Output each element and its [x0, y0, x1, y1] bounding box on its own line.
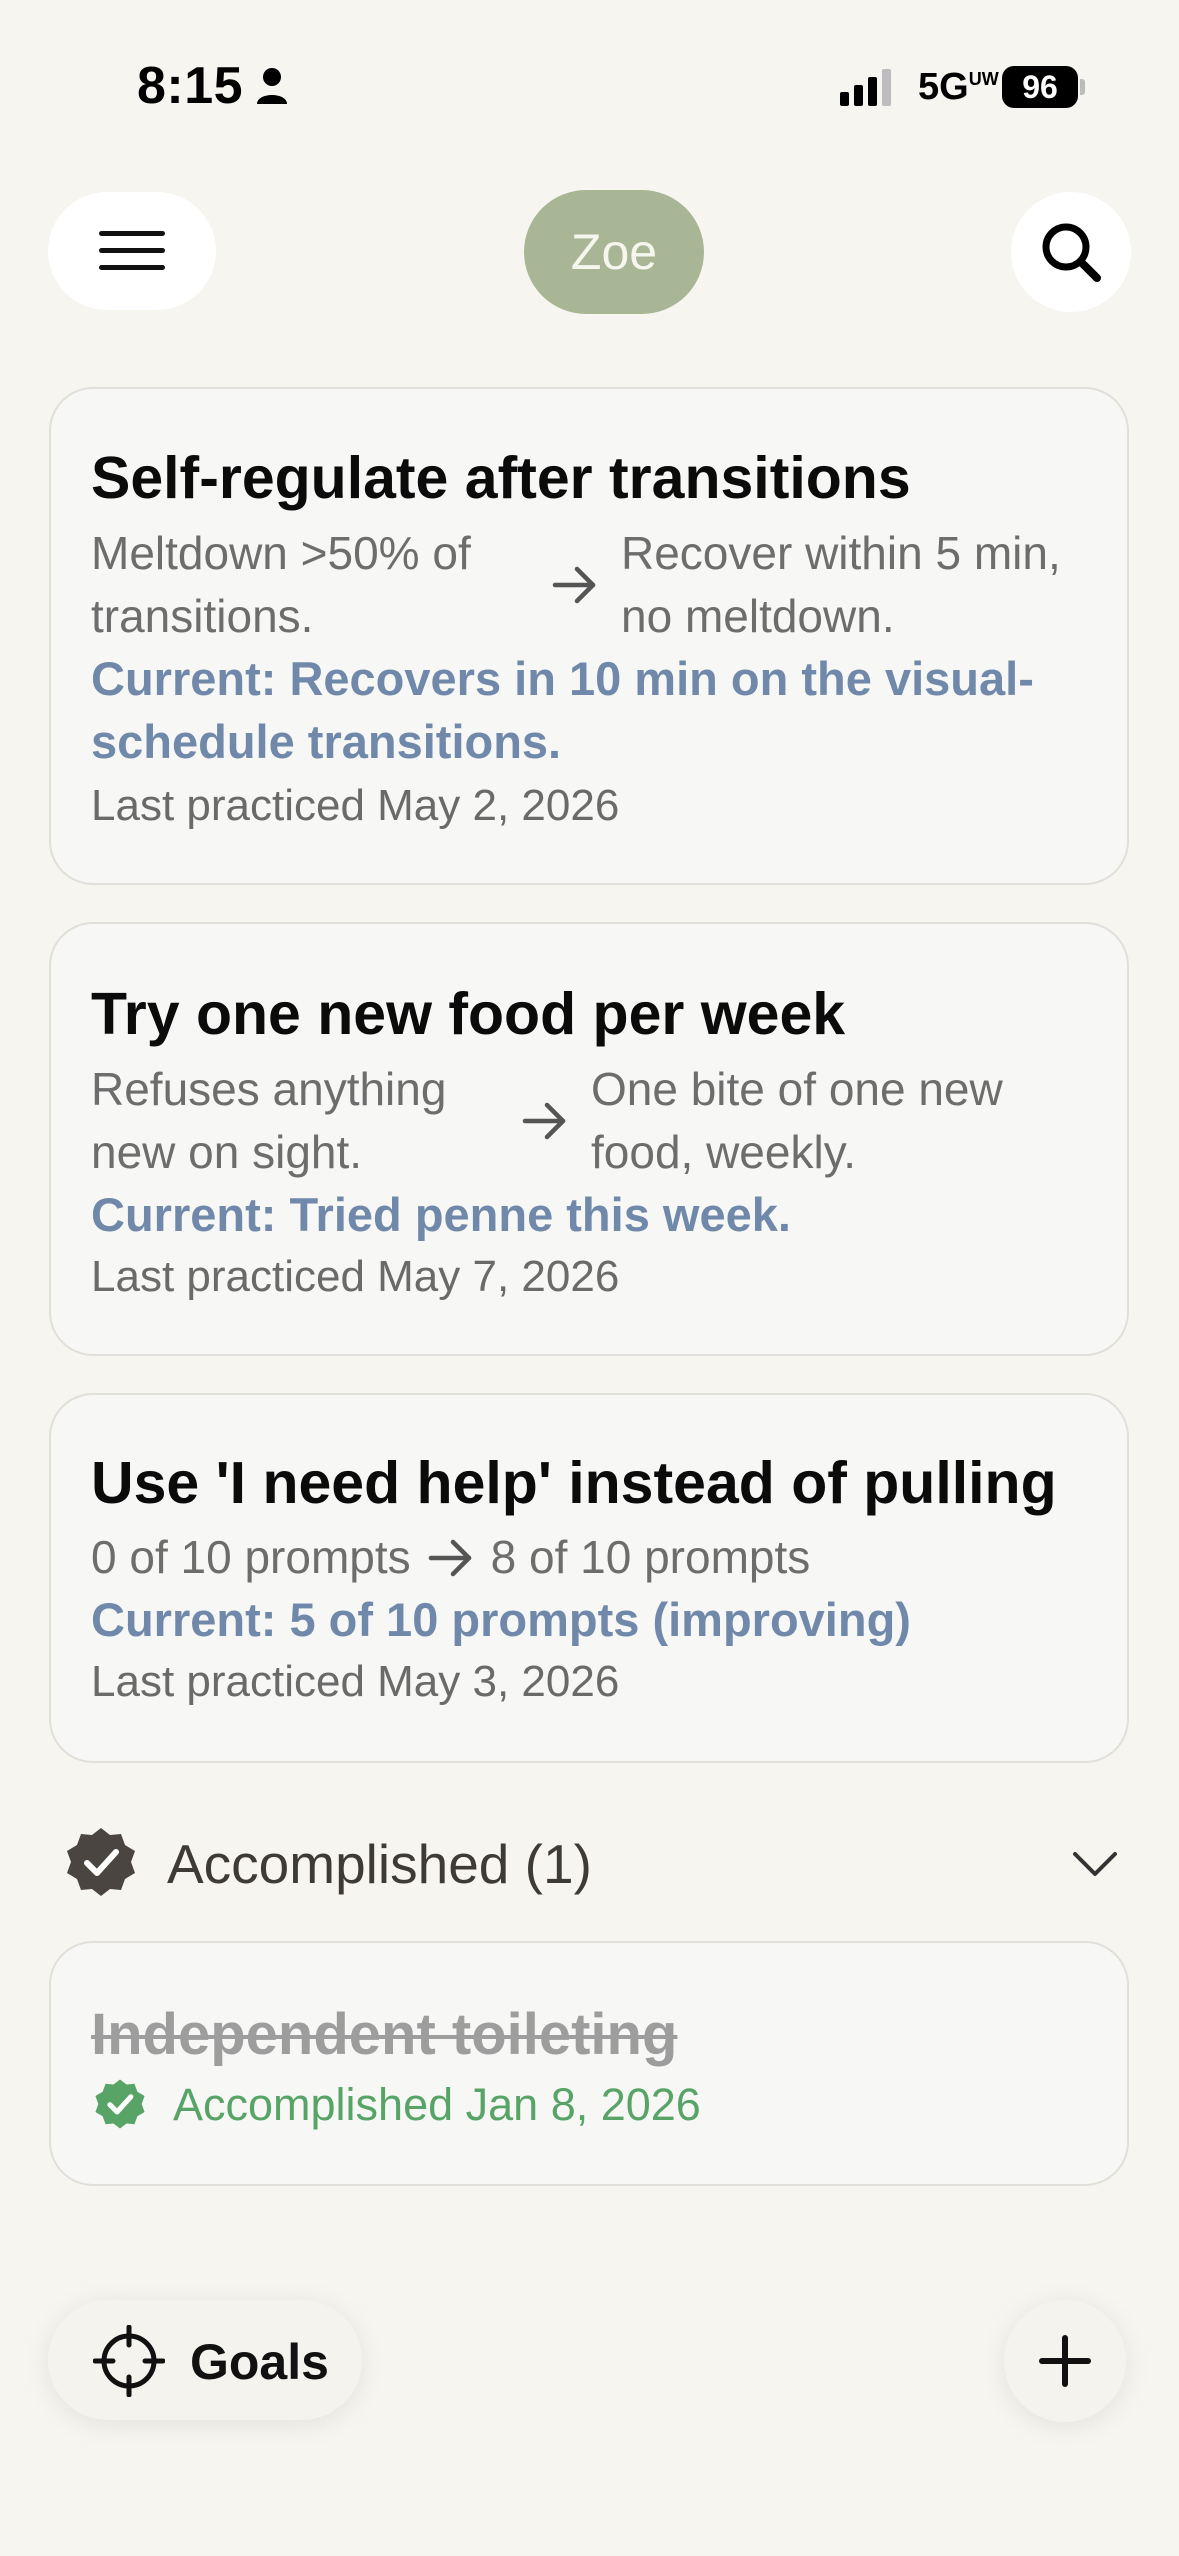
goal-last-practiced: Last practiced May 3, 2026	[91, 1657, 620, 1706]
goal-progress-row: Meltdown >50% of transitions. Recover wi…	[91, 522, 1091, 648]
verified-badge-icon	[67, 1828, 135, 1896]
accomplished-goal-title: Independent toileting	[91, 2002, 678, 2067]
battery-indicator: 96	[1002, 66, 1078, 108]
plus-icon	[1039, 2335, 1091, 2387]
status-bar: 8:15 5GUW 96	[0, 0, 1179, 175]
arrow-right-icon	[428, 1539, 471, 1576]
verified-badge-icon	[95, 2079, 145, 2129]
menu-button[interactable]	[48, 192, 216, 310]
goal-target: Recover within 5 min, no meltdown.	[621, 527, 1061, 642]
target-icon	[93, 2325, 165, 2397]
chevron-down-icon	[1073, 1852, 1117, 1876]
search-icon	[1042, 223, 1101, 282]
goal-last-practiced: Last practiced May 7, 2026	[91, 1252, 620, 1301]
profile-switcher[interactable]: Zoe	[524, 190, 704, 314]
arrow-right-icon	[552, 566, 596, 604]
goal-current-status: Current: Tried penne this week.	[91, 1188, 791, 1241]
goal-current-status: Current: Recovers in 10 min on the visua…	[91, 652, 1034, 768]
goals-tab[interactable]: Goals	[48, 2300, 362, 2420]
accomplished-date: Accomplished Jan 8, 2026	[173, 2079, 701, 2130]
add-goal-button[interactable]	[1004, 2300, 1126, 2422]
signal-icon	[840, 69, 891, 106]
goal-card[interactable]: Self-regulate after transitions Meltdown…	[49, 387, 1129, 885]
goal-baseline: Refuses anything new on sight.	[91, 1063, 447, 1178]
goal-progress-row: 0 of 10 prompts 8 of 10 prompts	[91, 1526, 810, 1589]
network-indicator: 5GUW	[918, 66, 999, 108]
goal-title: Self-regulate after transitions	[91, 445, 911, 511]
goal-baseline: Meltdown >50% of transitions.	[91, 527, 471, 642]
goal-current-status: Current: 5 of 10 prompts (improving)	[91, 1593, 911, 1646]
goal-progress-row: Refuses anything new on sight. One bite …	[91, 1058, 1071, 1184]
goal-target: 8 of 10 prompts	[490, 1531, 811, 1583]
arrow-right-icon	[522, 1102, 566, 1140]
goals-tab-label: Goals	[190, 2334, 329, 2390]
accomplished-section-title: Accomplished (1)	[167, 1833, 592, 1895]
accomplished-section-toggle[interactable]: Accomplished (1)	[49, 1818, 1129, 1908]
goal-title: Use 'I need help' instead of pulling	[91, 1450, 1057, 1516]
goal-target: One bite of one new food, weekly.	[591, 1063, 1003, 1178]
goal-baseline: 0 of 10 prompts	[91, 1531, 411, 1583]
status-time: 8:15	[137, 57, 244, 115]
goal-card[interactable]: Try one new food per week Refuses anythi…	[49, 922, 1129, 1356]
battery-nub	[1080, 79, 1085, 95]
search-button[interactable]	[1011, 192, 1131, 312]
goal-title: Try one new food per week	[91, 981, 846, 1047]
hamburger-icon	[99, 231, 165, 270]
goal-card[interactable]: Use 'I need help' instead of pulling 0 o…	[49, 1393, 1129, 1763]
accomplished-goal-card[interactable]: Independent toileting Accomplished Jan 8…	[49, 1941, 1129, 2186]
person-icon	[257, 68, 287, 104]
goal-last-practiced: Last practiced May 2, 2026	[91, 781, 620, 830]
